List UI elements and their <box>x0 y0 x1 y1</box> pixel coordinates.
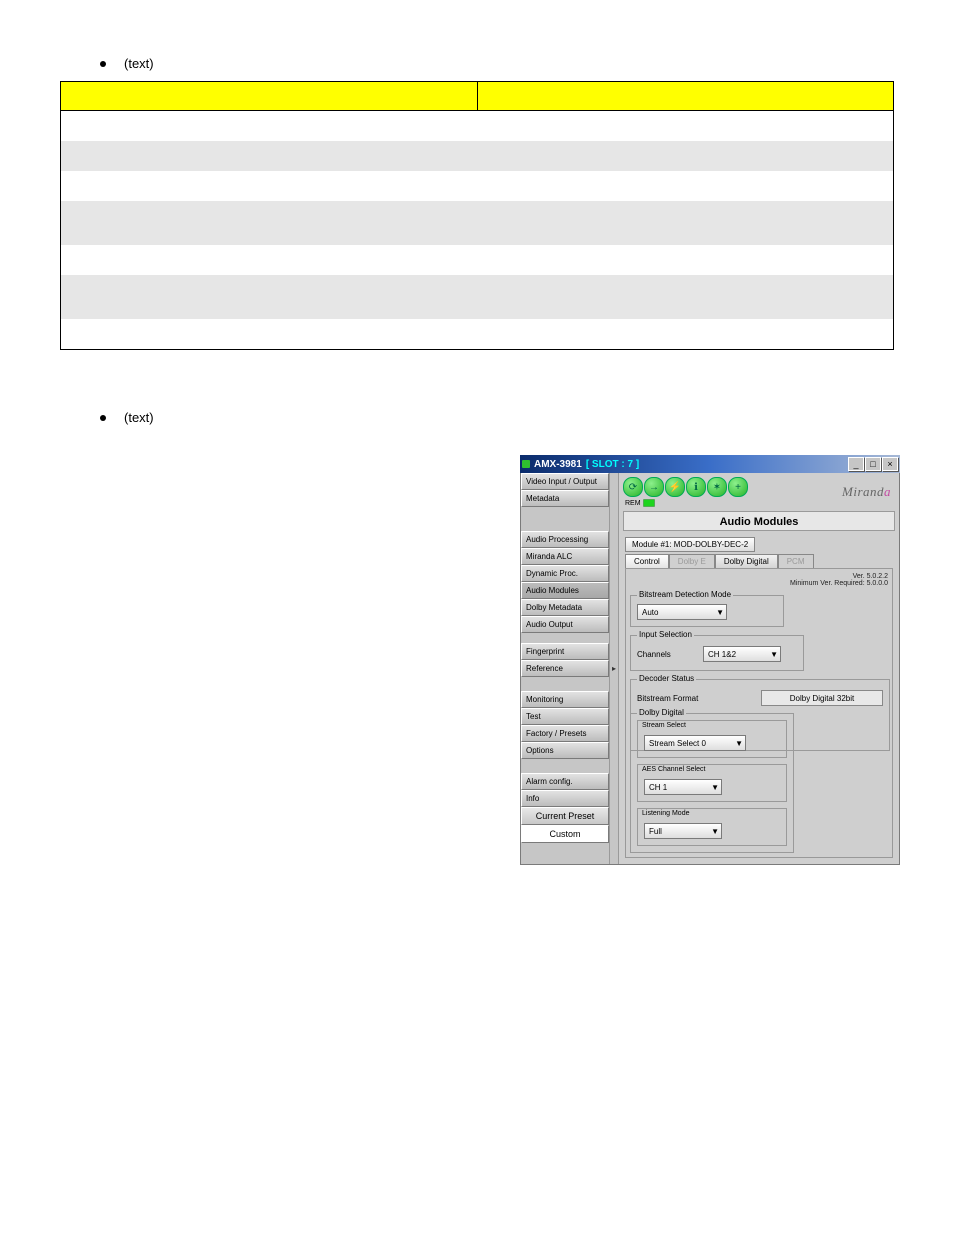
stream-select[interactable]: Stream Select 0 ▼ <box>644 735 746 751</box>
tab-control[interactable]: Control <box>625 554 669 568</box>
table-header <box>61 82 478 111</box>
sidebar-item-fingerprint[interactable]: Fingerprint <box>521 643 609 660</box>
bullet-item: (text) <box>100 410 904 425</box>
panel-title: Audio Modules <box>623 511 895 531</box>
table-cell <box>61 275 478 319</box>
bitstream-format-value: Dolby Digital 32bit <box>761 690 883 706</box>
aes-channel-value: CH 1 <box>649 783 667 792</box>
sidebar-item-metadata[interactable]: Metadata <box>521 490 609 507</box>
table-cell <box>477 245 894 275</box>
sidebar-item-reference[interactable]: Reference <box>521 660 609 677</box>
table-cell <box>61 319 478 350</box>
dolby-digital-group-label: Dolby Digital <box>637 708 686 717</box>
chevron-down-icon: ▼ <box>716 608 724 617</box>
bitstream-format-label: Bitstream Format <box>637 694 698 703</box>
toolbar-icon-3[interactable]: ⚡ <box>665 477 685 497</box>
toolbar-icon-1[interactable]: ⟳ <box>623 477 643 497</box>
brand-logo: Miranda <box>842 484 895 500</box>
sidebar-item-audio-output[interactable]: Audio Output <box>521 616 609 633</box>
rem-label: REM <box>625 500 641 507</box>
bullet-text: (text) <box>124 410 154 425</box>
sidebar-item-audio-processing[interactable]: Audio Processing <box>521 531 609 548</box>
app-window: AMX-3981 [ SLOT : 7 ] _ □ × Video Input … <box>520 455 900 865</box>
listening-mode-value: Full <box>649 827 662 836</box>
chevron-right-icon: ▸ <box>612 664 616 673</box>
sidebar-item-alarm-config[interactable]: Alarm config. <box>521 773 609 790</box>
main-panel: ⟳ → ⚡ ℹ ✶ + REM Miranda Audio Modules <box>619 473 899 864</box>
reference-table <box>60 81 894 350</box>
toolbar-icon-5[interactable]: ✶ <box>707 477 727 497</box>
sidebar-item-options[interactable]: Options <box>521 742 609 759</box>
table-cell <box>61 111 478 142</box>
table-cell <box>477 275 894 319</box>
toolbar-icon-6[interactable]: + <box>728 477 748 497</box>
tab-pcm[interactable]: PCM <box>778 554 814 568</box>
table-cell <box>477 319 894 350</box>
table-cell <box>61 201 478 245</box>
close-button[interactable]: × <box>882 457 898 471</box>
bullet-dot-icon <box>100 415 106 421</box>
window-slot: [ SLOT : 7 ] <box>586 459 639 470</box>
toolbar-icon-4[interactable]: ℹ <box>686 477 706 497</box>
channels-value: CH 1&2 <box>708 650 736 659</box>
minimize-button[interactable]: _ <box>848 457 864 471</box>
aes-channel-label: AES Channel Select <box>642 766 705 773</box>
tab-dolby-e[interactable]: Dolby E <box>669 554 715 568</box>
toolbar-icon-2[interactable]: → <box>644 477 664 497</box>
table-cell <box>61 141 478 171</box>
chevron-down-icon: ▼ <box>770 650 778 659</box>
module-id-label: Module #1: MOD-DOLBY-DEC-2 <box>625 537 755 552</box>
sidebar: Video Input / Output Metadata Audio Proc… <box>521 473 610 864</box>
channels-select[interactable]: CH 1&2 ▼ <box>703 646 781 662</box>
sidebar-item-factory-presets[interactable]: Factory / Presets <box>521 725 609 742</box>
input-selection-group-label: Input Selection <box>637 630 694 639</box>
stream-select-value: Stream Select 0 <box>649 739 706 748</box>
rem-led-icon <box>643 499 655 507</box>
chevron-down-icon: ▼ <box>711 783 719 792</box>
table-cell <box>477 141 894 171</box>
listening-mode-select[interactable]: Full ▼ <box>644 823 722 839</box>
channels-label: Channels <box>637 650 697 659</box>
stream-select-label: Stream Select <box>642 722 686 729</box>
sidebar-item-info[interactable]: Info <box>521 790 609 807</box>
current-preset-value: Custom <box>521 825 609 843</box>
maximize-button[interactable]: □ <box>865 457 881 471</box>
bullet-dot-icon <box>100 61 106 67</box>
bitstream-mode-value: Auto <box>642 608 658 617</box>
tab-dolby-digital[interactable]: Dolby Digital <box>715 554 778 568</box>
sidebar-item-video-io[interactable]: Video Input / Output <box>521 473 609 490</box>
sidebar-item-miranda-alc[interactable]: Miranda ALC <box>521 548 609 565</box>
sidebar-item-monitoring[interactable]: Monitoring <box>521 691 609 708</box>
window-titlebar[interactable]: AMX-3981 [ SLOT : 7 ] _ □ × <box>520 455 900 473</box>
sidebar-expand-arrow[interactable]: ▸ <box>610 473 619 864</box>
table-cell <box>477 201 894 245</box>
table-cell <box>61 171 478 201</box>
listening-mode-label: Listening Mode <box>642 810 689 817</box>
window-title: AMX-3981 <box>534 459 582 470</box>
min-version-label: Minimum Ver. Required: 5.0.0.0 <box>790 580 888 587</box>
sidebar-item-dynamic-proc[interactable]: Dynamic Proc. <box>521 565 609 582</box>
table-cell <box>61 245 478 275</box>
sidebar-item-test[interactable]: Test <box>521 708 609 725</box>
bitstream-mode-select[interactable]: Auto ▼ <box>637 604 727 620</box>
chevron-down-icon: ▼ <box>711 827 719 836</box>
sidebar-item-dolby-metadata[interactable]: Dolby Metadata <box>521 599 609 616</box>
table-cell <box>477 111 894 142</box>
table-cell <box>477 171 894 201</box>
bullet-text: (text) <box>124 56 154 71</box>
decoder-status-group-label: Decoder Status <box>637 674 696 683</box>
current-preset-label: Current Preset <box>521 807 609 825</box>
chevron-down-icon: ▼ <box>735 739 743 748</box>
table-header <box>477 82 894 111</box>
app-icon <box>522 460 530 468</box>
version-label: Ver. 5.0.2.2 <box>790 573 888 580</box>
bitstream-group-label: Bitstream Detection Mode <box>637 590 733 599</box>
aes-channel-select[interactable]: CH 1 ▼ <box>644 779 722 795</box>
sidebar-item-audio-modules[interactable]: Audio Modules <box>521 582 609 599</box>
bullet-item: (text) <box>100 56 904 71</box>
